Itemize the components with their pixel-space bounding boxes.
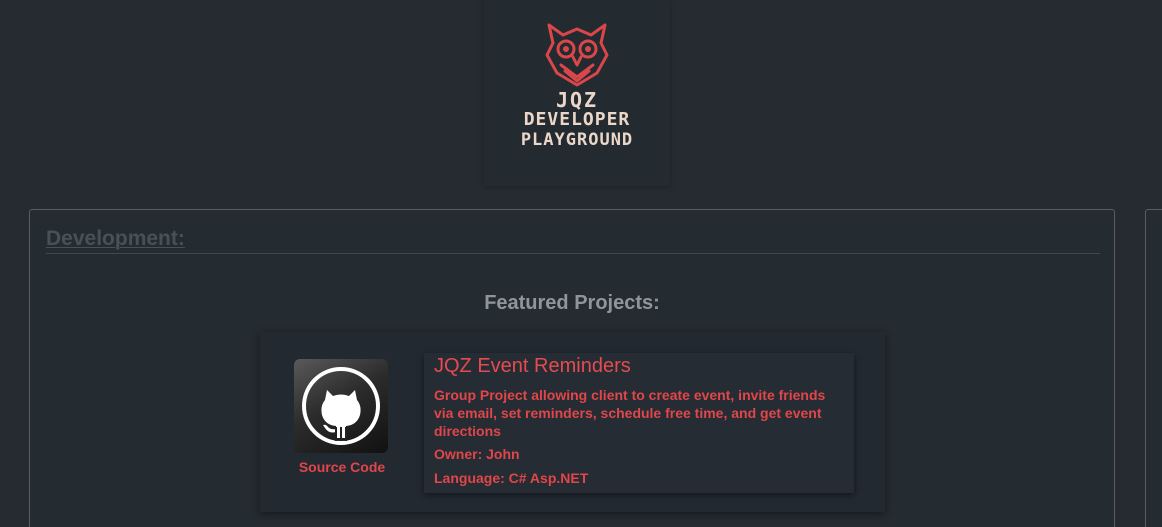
project-owner: Owner: John	[434, 446, 520, 462]
logo-text-developer: DEVELOPER	[523, 109, 631, 130]
featured-projects-heading: Featured Projects:	[484, 292, 660, 314]
section-title: Development:	[46, 227, 185, 250]
project-description: Group Project allowing client to create …	[434, 387, 826, 439]
section-divider	[46, 253, 1100, 254]
site-logo[interactable]: JQZ DEVELOPER PLAYGROUND	[484, 0, 670, 186]
development-panel: Development: Featured Projects: Source C…	[29, 209, 1115, 527]
project-language: Language: C# Asp.NET	[434, 470, 589, 486]
github-icon	[302, 367, 380, 445]
project-title: JQZ Event Reminders	[434, 355, 631, 377]
project-card: Source Code JQZ Event Reminders Group Pr…	[260, 332, 885, 512]
logo-text-jqz: JQZ	[555, 88, 599, 112]
next-panel-edge	[1145, 209, 1162, 527]
source-code-label: Source Code	[298, 459, 386, 475]
github-tile	[294, 359, 388, 453]
page: JQZ DEVELOPER PLAYGROUND Development: Fe…	[0, 0, 1162, 527]
owl-icon	[545, 23, 609, 87]
source-code-link[interactable]: Source Code	[294, 359, 390, 475]
project-info: JQZ Event Reminders Group Project allowi…	[424, 353, 854, 493]
logo-text-playground: PLAYGROUND	[520, 130, 634, 150]
